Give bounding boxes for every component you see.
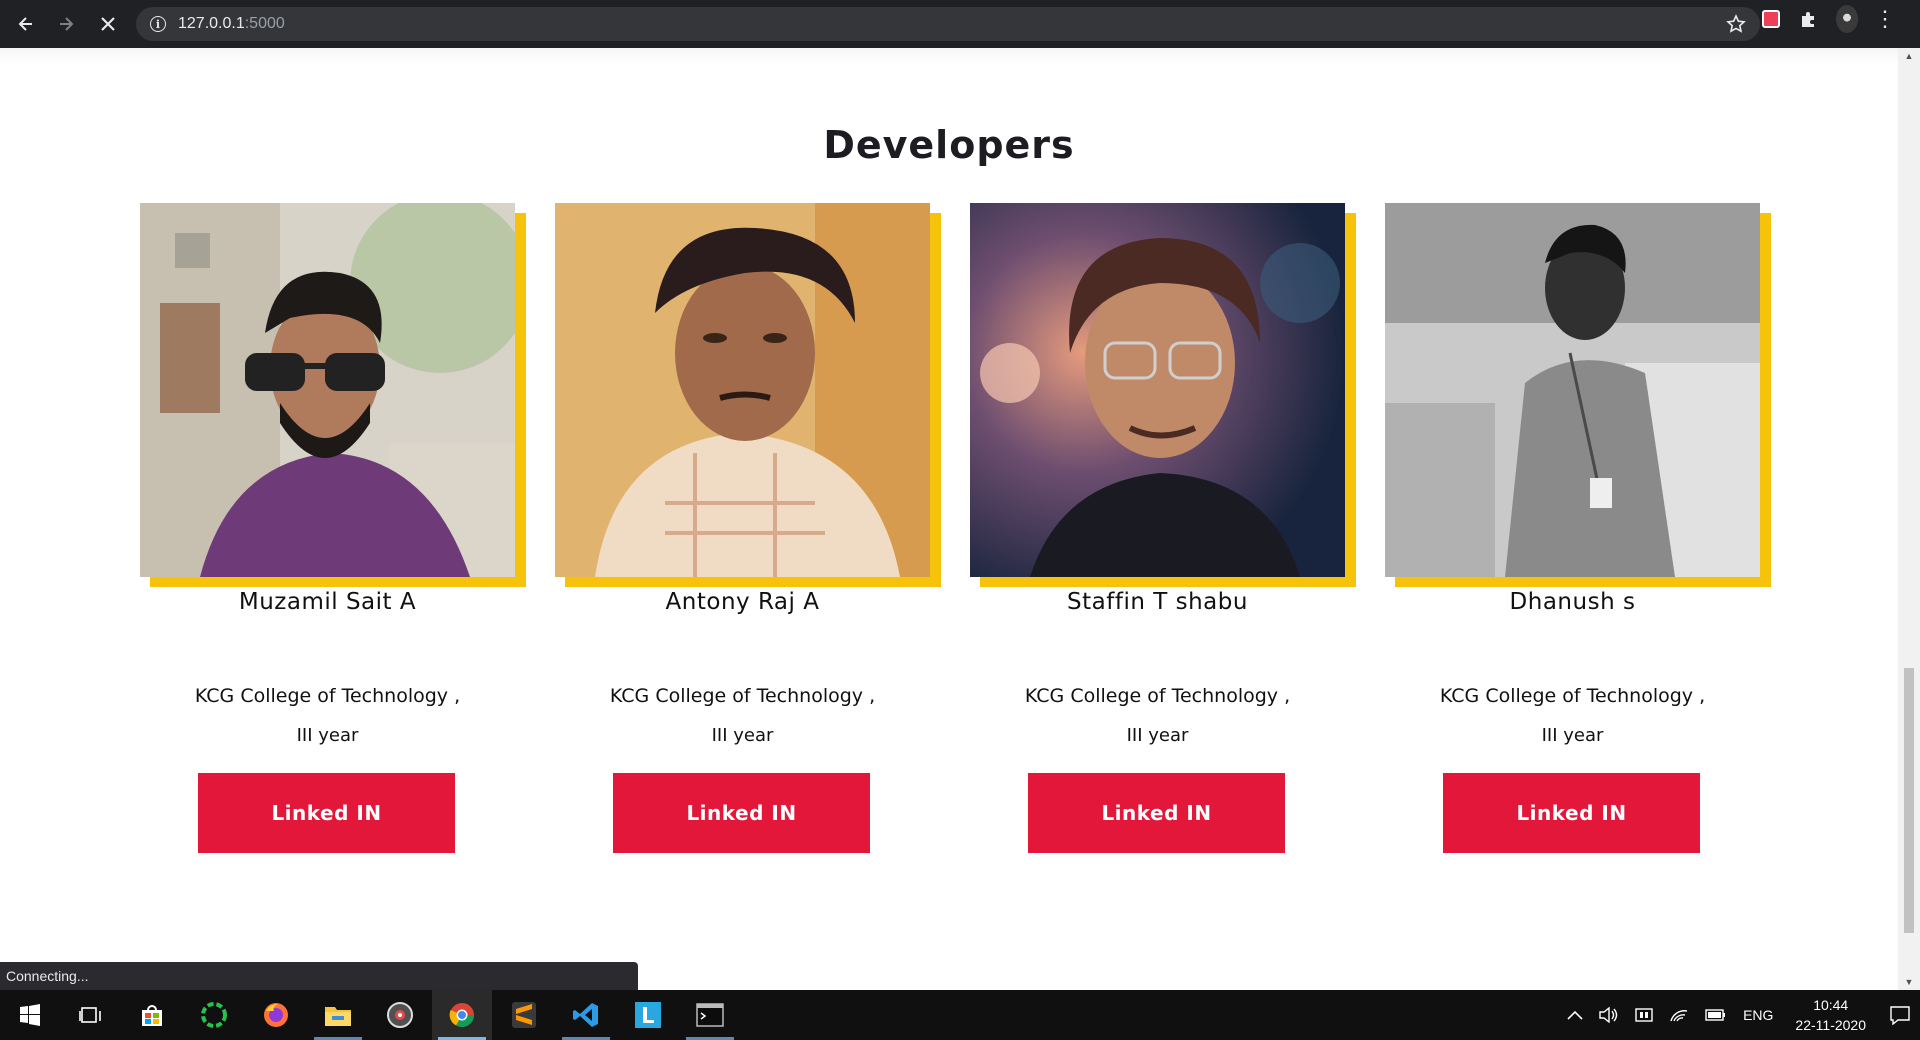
browser-toolbar: i 127.0.0.1:5000 ⋮ [0, 0, 1920, 48]
developer-card: Antony Raj A KCG College of Technology ,… [555, 203, 941, 853]
developer-card: Dhanush s KCG College of Technology , II… [1385, 203, 1771, 853]
terminal-icon[interactable] [680, 990, 740, 1040]
ime-icon[interactable] [1635, 1007, 1653, 1023]
battery-icon[interactable] [1705, 1008, 1727, 1022]
address-bar[interactable]: i 127.0.0.1:5000 [136, 7, 1760, 41]
developer-card: Muzamil Sait A KCG College of Technology… [140, 203, 526, 853]
header-shadow [0, 48, 1898, 64]
scroll-up-icon[interactable]: ▲ [1898, 48, 1920, 64]
file-explorer-icon[interactable] [308, 990, 368, 1040]
wifi-icon[interactable] [1669, 1007, 1689, 1023]
status-bubble: Connecting... [0, 962, 638, 990]
scroll-down-icon[interactable]: ▼ [1898, 974, 1920, 990]
developer-name: Dhanush s [1509, 589, 1636, 615]
url-port: :5000 [244, 15, 285, 32]
language-indicator[interactable]: ENG [1743, 1007, 1773, 1023]
linkedin-button[interactable]: Linked IN [613, 773, 870, 853]
chevron-up-icon[interactable] [1567, 1010, 1583, 1020]
media-player-icon[interactable] [370, 990, 430, 1040]
developer-college: KCG College of Technology , [194, 685, 461, 707]
clock[interactable]: 10:44 22-11-2020 [1795, 995, 1866, 1035]
developer-year: III year [1126, 725, 1189, 746]
firefox-icon[interactable] [246, 990, 306, 1040]
pocket-extension-icon[interactable] [1760, 8, 1782, 30]
photo-frame [970, 203, 1356, 587]
back-button[interactable] [6, 4, 46, 44]
linkedin-button[interactable]: Linked IN [198, 773, 455, 853]
close-icon [101, 17, 115, 31]
l-app-icon[interactable] [618, 990, 678, 1040]
profile-avatar[interactable] [1836, 5, 1858, 33]
developer-photo [140, 203, 515, 577]
photo-frame [140, 203, 526, 587]
task-view-icon[interactable] [60, 990, 120, 1040]
linkedin-button[interactable]: Linked IN [1443, 773, 1700, 853]
chrome-icon[interactable] [432, 990, 492, 1040]
developer-year: III year [296, 725, 359, 746]
start-icon[interactable] [0, 990, 60, 1040]
url-host: 127.0.0.1 [178, 15, 245, 32]
developer-card: Staffin T shabu KCG College of Technolog… [970, 203, 1356, 853]
developer-year: III year [711, 725, 774, 746]
system-tray: ENG 10:44 22-11-2020 [1559, 990, 1920, 1040]
developer-name: Antony Raj A [665, 589, 820, 615]
photo-frame [1385, 203, 1771, 587]
stop-loading-button[interactable] [88, 4, 128, 44]
more-menu-icon[interactable]: ⋮ [1874, 8, 1896, 30]
loader-app-icon[interactable] [184, 990, 244, 1040]
developer-year: III year [1541, 725, 1604, 746]
developer-name: Staffin T shabu [1067, 589, 1248, 615]
extensions-puzzle-icon[interactable] [1798, 8, 1820, 30]
vertical-scrollbar[interactable]: ▲ ▼ [1898, 48, 1920, 990]
developer-name: Muzamil Sait A [238, 589, 417, 615]
linkedin-button[interactable]: Linked IN [1028, 773, 1285, 853]
taskbar: ENG 10:44 22-11-2020 [0, 990, 1920, 1040]
arrow-right-icon [60, 17, 74, 31]
scrollbar-thumb[interactable] [1904, 668, 1914, 933]
volume-icon[interactable] [1599, 1007, 1619, 1023]
arrow-left-icon [18, 17, 32, 31]
developer-photo [555, 203, 930, 577]
vscode-icon[interactable] [556, 990, 616, 1040]
photo-frame [555, 203, 941, 587]
section-title: Developers [823, 123, 1075, 167]
developer-photo [1385, 203, 1760, 577]
developer-college: KCG College of Technology , [609, 685, 876, 707]
notification-icon[interactable] [1880, 990, 1920, 1040]
developer-photo [970, 203, 1345, 577]
developer-college: KCG College of Technology , [1024, 685, 1291, 707]
forward-button[interactable] [46, 4, 86, 44]
bookmark-star-icon[interactable] [1726, 14, 1746, 34]
clock-date: 22-11-2020 [1795, 1017, 1866, 1033]
store-icon[interactable] [122, 990, 182, 1040]
developer-college: KCG College of Technology , [1439, 685, 1706, 707]
clock-time: 10:44 [1813, 997, 1849, 1013]
sublime-icon[interactable] [494, 990, 554, 1040]
info-icon: i [150, 16, 166, 32]
page-content: Developers Muzamil Sait A KCG College of… [0, 48, 1898, 990]
